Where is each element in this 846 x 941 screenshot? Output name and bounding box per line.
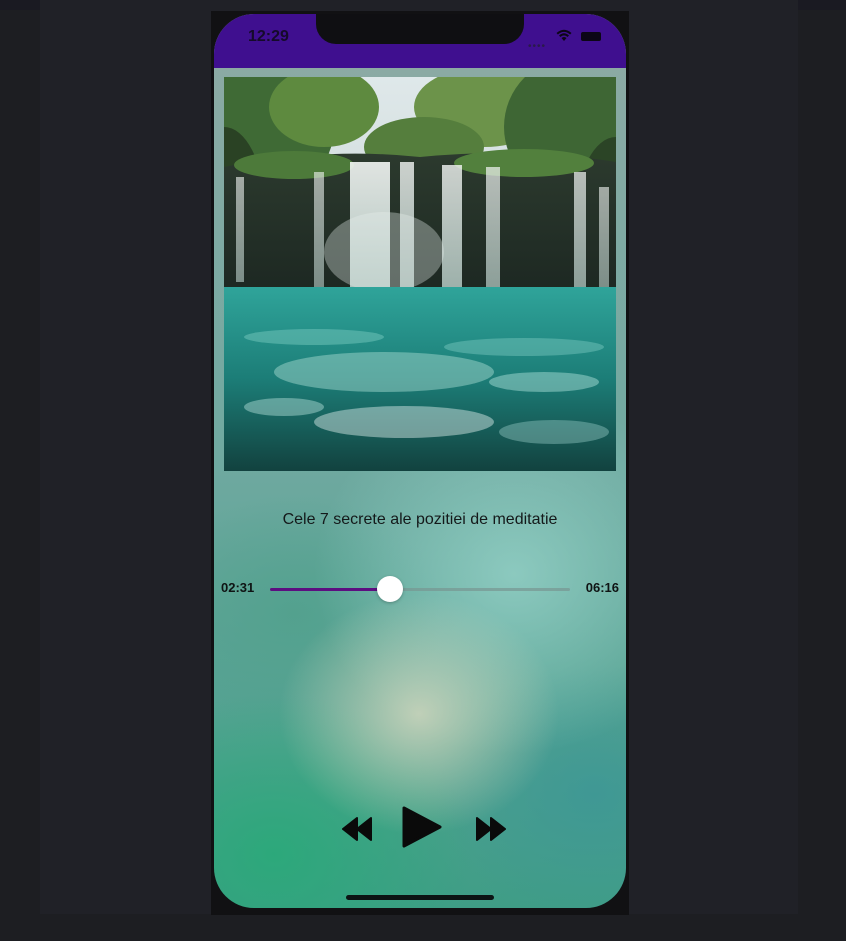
home-indicator[interactable] [346, 895, 494, 900]
rewind-icon [342, 817, 372, 841]
fast-forward-button[interactable] [476, 816, 506, 842]
total-duration: 06:16 [585, 580, 619, 595]
artwork-image [224, 77, 616, 471]
cellular-signal-icon: •••• [528, 41, 547, 52]
phone-screen: 12:29 •••• Cele 7 secrete ale pozitiei d… [214, 14, 626, 908]
play-icon [402, 806, 442, 848]
fast-forward-icon [476, 817, 506, 841]
slider-thumb[interactable] [377, 576, 403, 602]
track-title: Cele 7 secrete ale pozitiei de meditatie [282, 511, 558, 528]
device-notch [316, 14, 524, 44]
elapsed-time: 02:31 [221, 580, 255, 595]
progress-slider[interactable] [270, 576, 570, 602]
play-button[interactable] [402, 806, 442, 848]
wifi-icon [556, 29, 572, 41]
status-time: 12:29 [248, 28, 289, 45]
rewind-button[interactable] [342, 816, 372, 842]
battery-icon [581, 32, 601, 41]
slider-progress-fill [270, 588, 390, 591]
playback-controls [214, 802, 626, 852]
